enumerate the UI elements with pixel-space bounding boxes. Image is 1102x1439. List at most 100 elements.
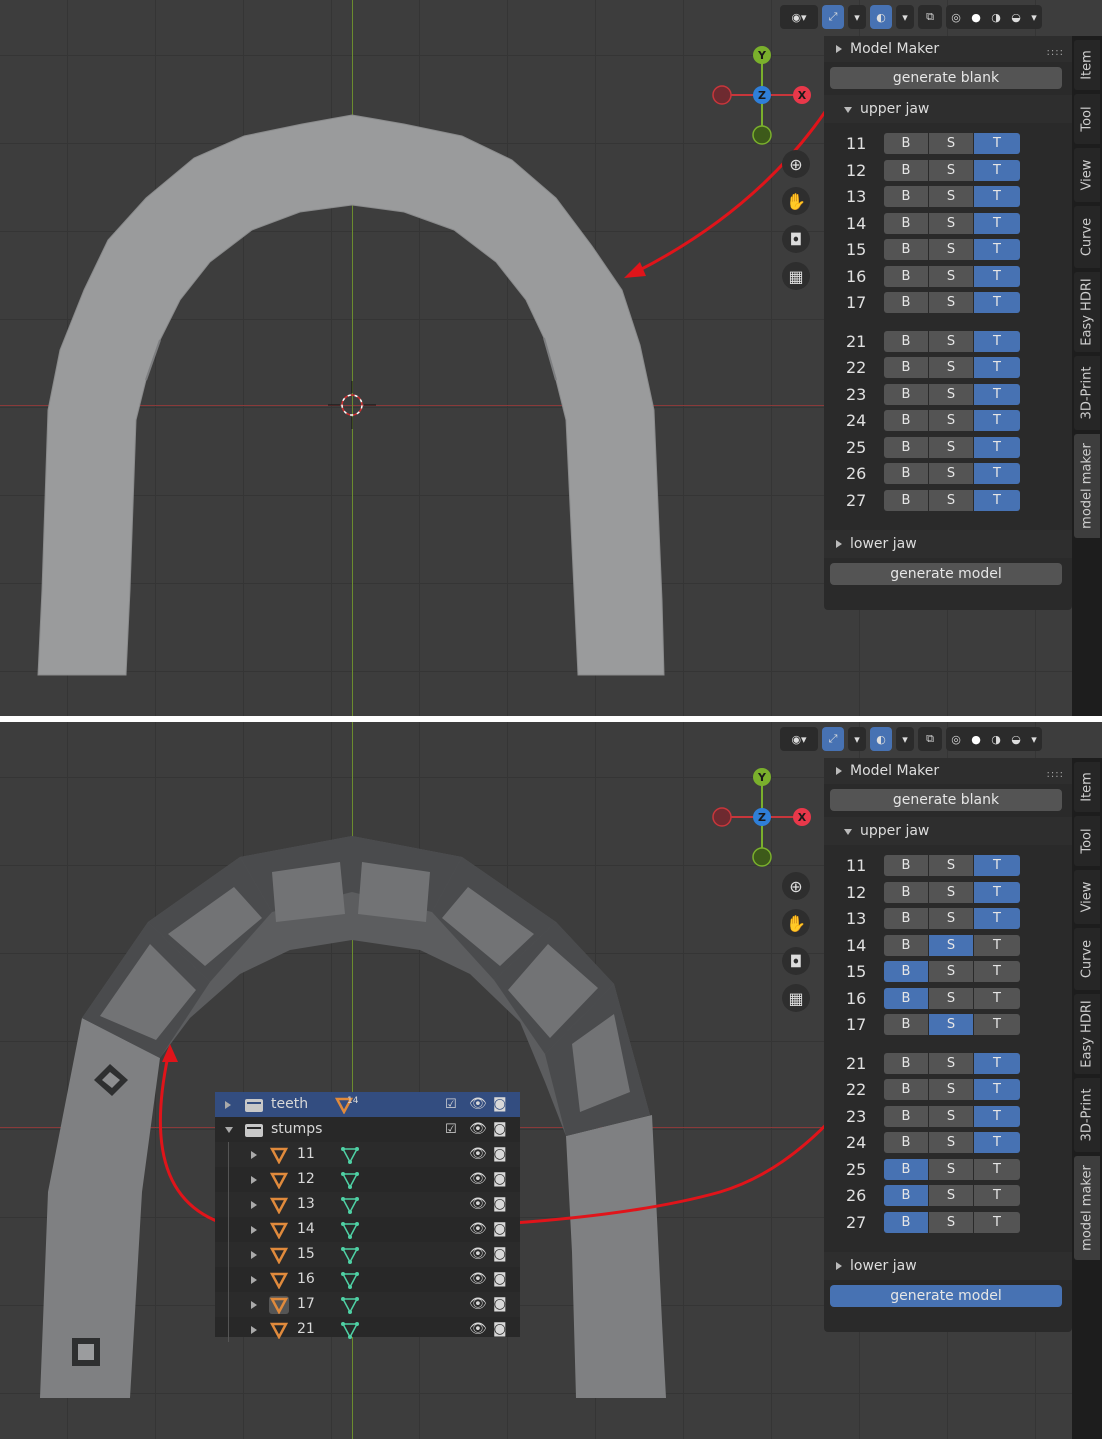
tooth-b-button[interactable]: B	[884, 1014, 929, 1035]
generate-model-button[interactable]: generate model	[830, 1285, 1062, 1307]
tooth-s-button[interactable]: S	[929, 1132, 974, 1153]
checkbox-icon[interactable]: ☑	[445, 1117, 457, 1142]
expand-arrow-icon[interactable]	[251, 1326, 257, 1334]
tab-3d-print[interactable]: 3D-Print	[1074, 1078, 1100, 1152]
tooth-b-button[interactable]: B	[884, 133, 929, 154]
tab-tool[interactable]: Tool	[1074, 816, 1100, 866]
tooth-s-button[interactable]: S	[929, 1052, 974, 1074]
outliner-row-stump-17[interactable]: 17 👁 ◙	[215, 1292, 520, 1317]
eye-icon[interactable]: 👁	[469, 1292, 487, 1317]
xray-toggle[interactable]: ⧉	[918, 727, 942, 751]
tooth-t-button[interactable]: T	[974, 357, 1020, 378]
camera-icon[interactable]: ◘	[782, 225, 810, 253]
tooth-s-button[interactable]: S	[929, 357, 974, 378]
tooth-s-button[interactable]: S	[929, 212, 974, 234]
tooth-s-button[interactable]: S	[929, 159, 974, 181]
tooth-t-button[interactable]: T	[974, 1132, 1020, 1153]
tooth-t-button[interactable]: T	[974, 1052, 1020, 1074]
visibility-dropdown[interactable]: ◉▾	[780, 727, 818, 751]
tooth-s-button[interactable]: S	[929, 463, 974, 484]
pan-hand-icon[interactable]: ✋	[782, 187, 810, 215]
expand-arrow-icon[interactable]	[251, 1276, 257, 1284]
camera-render-icon[interactable]: ◙	[493, 1142, 507, 1167]
camera-render-icon[interactable]: ◙	[493, 1192, 507, 1217]
tooth-s-button[interactable]: S	[929, 186, 974, 207]
tooth-s-button[interactable]: S	[929, 961, 974, 982]
camera-render-icon[interactable]: ◙	[493, 1292, 507, 1317]
outliner-row-stump-13[interactable]: 13 👁 ◙	[215, 1192, 520, 1217]
expand-arrow-icon[interactable]	[251, 1176, 257, 1184]
gizmo-toggle[interactable]: ⤢	[822, 727, 844, 751]
tooth-s-button[interactable]: S	[929, 1079, 974, 1100]
tooth-b-button[interactable]: B	[884, 1185, 929, 1206]
checkbox-icon[interactable]: ☑	[445, 1092, 457, 1117]
navigation-gizmo[interactable]: Y X Z	[712, 44, 816, 148]
tooth-b-button[interactable]: B	[884, 330, 929, 352]
tooth-t-button[interactable]: T	[974, 436, 1020, 458]
tooth-s-button[interactable]: S	[929, 133, 974, 154]
solid-icon[interactable]: ●	[971, 11, 981, 24]
tooth-b-button[interactable]: B	[884, 265, 929, 287]
tooth-s-button[interactable]: S	[929, 383, 974, 405]
tooth-b-button[interactable]: B	[884, 1132, 929, 1153]
overlay-toggle[interactable]: ◐	[870, 727, 892, 751]
tooth-b-button[interactable]: B	[884, 357, 929, 378]
outliner-row-stump-15[interactable]: 15 👁 ◙	[215, 1242, 520, 1267]
chevron-down-icon[interactable]: ▾	[1031, 733, 1037, 746]
tab-view[interactable]: View	[1074, 870, 1100, 924]
eye-icon[interactable]: 👁	[469, 1217, 487, 1242]
eye-icon[interactable]: 👁	[469, 1092, 487, 1117]
navigation-gizmo[interactable]: Y X Z	[712, 766, 816, 870]
tab-easy-hdri[interactable]: Easy HDRI	[1074, 272, 1100, 352]
tooth-s-button[interactable]: S	[929, 265, 974, 287]
outliner-row-stump-21[interactable]: 21 👁 ◙	[215, 1317, 520, 1342]
gizmo-toggle[interactable]: ⤢	[822, 5, 844, 29]
upper-jaw-header[interactable]: upper jaw	[824, 95, 1072, 123]
collapse-arrow-icon[interactable]	[225, 1127, 233, 1133]
tooth-b-button[interactable]: B	[884, 159, 929, 181]
model-maker-header[interactable]: Model Maker ::::	[824, 758, 1072, 784]
tooth-t-button[interactable]: T	[974, 133, 1020, 154]
tooth-b-button[interactable]: B	[884, 186, 929, 207]
tooth-b-button[interactable]: B	[884, 1211, 929, 1233]
tooth-b-button[interactable]: B	[884, 239, 929, 260]
tooth-s-button[interactable]: S	[929, 239, 974, 260]
eye-icon[interactable]: 👁	[469, 1167, 487, 1192]
tooth-t-button[interactable]: T	[974, 1211, 1020, 1233]
eye-icon[interactable]: 👁	[469, 1117, 487, 1142]
tooth-s-button[interactable]: S	[929, 908, 974, 929]
shading-modes[interactable]: ◎ ● ◑ ◒ ▾	[946, 727, 1042, 751]
tab-curve[interactable]: Curve	[1074, 928, 1100, 990]
tooth-t-button[interactable]: T	[974, 186, 1020, 207]
tooth-s-button[interactable]: S	[929, 489, 974, 511]
tooth-s-button[interactable]: S	[929, 1014, 974, 1035]
tooth-s-button[interactable]: S	[929, 1211, 974, 1233]
overlay-dropdown[interactable]: ▾	[896, 5, 914, 29]
outliner-row-stump-11[interactable]: 11 👁 ◙	[215, 1142, 520, 1167]
tooth-t-button[interactable]: T	[974, 1014, 1020, 1035]
tooth-s-button[interactable]: S	[929, 1158, 974, 1180]
tooth-b-button[interactable]: B	[884, 436, 929, 458]
generate-blank-button[interactable]: generate blank	[830, 67, 1062, 89]
tooth-s-button[interactable]: S	[929, 881, 974, 903]
tooth-t-button[interactable]: T	[974, 908, 1020, 929]
outliner-row-stump-12[interactable]: 12 👁 ◙	[215, 1167, 520, 1192]
tooth-s-button[interactable]: S	[929, 1185, 974, 1206]
zoom-icon[interactable]: ⊕	[782, 872, 810, 900]
camera-render-icon[interactable]: ◙	[493, 1117, 507, 1142]
tooth-t-button[interactable]: T	[974, 1105, 1020, 1127]
viewport-top[interactable]: ◉▾ ⤢ ▾ ◐ ▾ ⧉ ◎ ● ◑ ◒ ▾ Y X Z ⊕ ✋ ◘ ▦ Mod…	[0, 0, 1102, 716]
visibility-dropdown[interactable]: ◉▾	[780, 5, 818, 29]
lower-jaw-header[interactable]: lower jaw	[824, 1252, 1072, 1280]
material-icon[interactable]: ◑	[991, 11, 1001, 24]
tooth-t-button[interactable]: T	[974, 1158, 1020, 1180]
tooth-s-button[interactable]: S	[929, 410, 974, 431]
camera-icon[interactable]: ◘	[782, 947, 810, 975]
tooth-b-button[interactable]: B	[884, 1105, 929, 1127]
model-maker-header[interactable]: Model Maker ::::	[824, 36, 1072, 62]
expand-arrow-icon[interactable]	[251, 1201, 257, 1209]
camera-render-icon[interactable]: ◙	[493, 1217, 507, 1242]
tooth-b-button[interactable]: B	[884, 961, 929, 982]
eye-icon[interactable]: 👁	[469, 1192, 487, 1217]
pan-hand-icon[interactable]: ✋	[782, 909, 810, 937]
